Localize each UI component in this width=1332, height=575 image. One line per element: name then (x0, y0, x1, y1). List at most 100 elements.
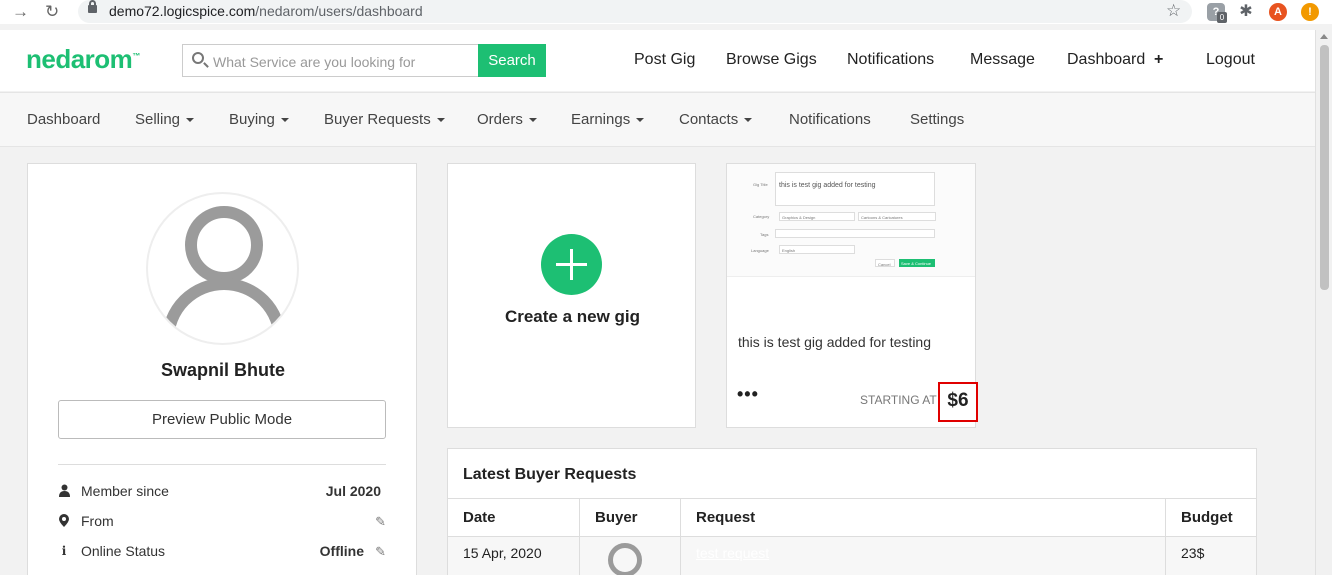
scroll-up-arrow-icon[interactable] (1320, 34, 1328, 39)
divider (58, 464, 386, 465)
preview-public-mode-button[interactable]: Preview Public Mode (58, 400, 386, 439)
plus-circle-icon[interactable] (541, 234, 602, 295)
request-text-cell: test request (681, 537, 1166, 575)
nav-notifications[interactable]: Notifications (847, 51, 934, 69)
thumb-save-label: Save & Continue (901, 261, 932, 266)
url-text: demo72.logicspice.com/nedarom/users/dash… (109, 3, 423, 19)
online-status-label: Online Status (81, 543, 166, 559)
thumb-language-label: Language (751, 248, 769, 253)
chevron-down-icon (636, 118, 645, 123)
nav-message[interactable]: Message (970, 51, 1035, 69)
request-date: 15 Apr, 2020 (448, 537, 580, 575)
nav-browse-gigs[interactable]: Browse Gigs (726, 51, 817, 69)
user-icon (58, 484, 70, 498)
profile-name: Swapnil Bhute (160, 360, 285, 380)
column-buyer: Buyer (580, 499, 681, 538)
edit-pencil-icon[interactable]: ✎ (375, 514, 386, 530)
dashboard-subnav: Dashboard Selling Buying Buyer Requests … (0, 92, 1315, 147)
subnav-contacts[interactable]: Contacts (679, 111, 753, 128)
subnav-notifications[interactable]: Notifications (789, 111, 871, 128)
search-button[interactable]: Search (478, 44, 546, 77)
thumb-subcategory-value: Cartoons & Caricatures (861, 215, 903, 220)
online-status-row: i Online Status Offline ✎ (58, 542, 386, 562)
gig-price: $6 (938, 382, 978, 422)
gig-thumbnail[interactable]: Gig Title this is test gig added for tes… (727, 164, 975, 277)
thumb-save-button: Save & Continue (899, 259, 935, 267)
gig-card[interactable]: Gig Title this is test gig added for tes… (726, 163, 978, 428)
subnav-buyer-requests[interactable]: Buyer Requests (324, 111, 445, 128)
profile-avatar[interactable]: A (1269, 3, 1287, 21)
online-status-value: Offline (319, 543, 364, 559)
thumb-category-value: Graphics & Design (782, 215, 816, 220)
latest-buyer-requests: Latest Buyer Requests Date Buyer Request… (447, 448, 1257, 575)
thumb-cancel-button: Cancel (875, 259, 895, 267)
avatar (146, 192, 299, 345)
info-icon: i (61, 544, 67, 558)
search-input[interactable]: What Service are you looking for (182, 44, 478, 77)
thumb-category-select: Graphics & Design (779, 212, 855, 221)
search-icon (192, 52, 204, 64)
chevron-down-icon (744, 118, 753, 123)
bookmark-star-icon[interactable]: ☆ (1166, 1, 1181, 21)
browser-toolbar: → ↻ demo72.logicspice.com/nedarom/users/… (0, 0, 1332, 24)
gig-title[interactable]: this is test gig added for testing (738, 334, 931, 350)
site-logo[interactable]: nedarom™ (26, 44, 140, 75)
column-request: Request (681, 499, 1166, 538)
buyer-avatar[interactable] (608, 543, 642, 575)
thumb-tags-label: Tags (760, 232, 769, 237)
extension-badge: 0 (1217, 12, 1227, 23)
nav-dashboard[interactable]: Dashboard (1067, 51, 1145, 69)
create-gig-card[interactable]: Create a new gig (447, 163, 696, 428)
subnav-settings[interactable]: Settings (910, 111, 964, 128)
chevron-down-icon (186, 118, 195, 123)
from-row: From ✎ (58, 512, 386, 532)
table-row: 15 Apr, 2020 test request 23$ (448, 537, 1256, 575)
address-bar[interactable]: demo72.logicspice.com/nedarom/users/dash… (78, 0, 1192, 23)
thumb-language-select: English (779, 245, 855, 254)
thumb-tags-box (775, 229, 935, 238)
column-budget: Budget (1181, 509, 1233, 526)
chevron-down-icon (436, 118, 445, 123)
puzzle-icon[interactable]: ✱ (1237, 3, 1255, 21)
lock-icon (88, 0, 97, 13)
edit-pencil-icon[interactable]: ✎ (375, 544, 386, 560)
more-options-icon[interactable]: ••• (737, 384, 759, 405)
request-link[interactable]: test request (696, 545, 769, 561)
thumb-language-value: English (782, 248, 796, 253)
subnav-selling[interactable]: Selling (135, 111, 195, 128)
dashboard-plus-icon[interactable]: + (1154, 51, 1163, 69)
requests-table-header: Date Buyer Request Budget (448, 498, 1256, 538)
thumb-cancel-label: Cancel (878, 262, 891, 267)
member-since-row: Member since Jul 2020 (58, 482, 386, 502)
reload-icon[interactable]: ↻ (45, 2, 59, 22)
from-label: From (81, 513, 114, 529)
nav-logout[interactable]: Logout (1206, 51, 1255, 69)
site-header: nedarom™ What Service are you looking fo… (0, 30, 1315, 91)
chevron-down-icon (280, 118, 289, 123)
user-head-icon (185, 206, 263, 284)
thumb-title-text: this is test gig added for testing (779, 182, 876, 189)
thumb-title-label: Gig Title (753, 182, 768, 187)
request-buyer (580, 537, 681, 575)
create-gig-label[interactable]: Create a new gig (448, 307, 697, 327)
page-scrollbar[interactable] (1315, 30, 1332, 575)
chevron-down-icon (528, 118, 537, 123)
column-date: Date (448, 499, 580, 538)
starting-at-label: STARTING AT (860, 393, 937, 407)
search-placeholder: What Service are you looking for (213, 54, 416, 70)
scrollbar-thumb[interactable] (1320, 45, 1329, 290)
profile-card: Swapnil Bhute Preview Public Mode Member… (27, 163, 417, 575)
subnav-orders[interactable]: Orders (477, 111, 537, 128)
search-bar: What Service are you looking for Search (182, 44, 546, 77)
subnav-earnings[interactable]: Earnings (571, 111, 645, 128)
thumb-subcategory-select: Cartoons & Caricatures (858, 212, 936, 221)
nav-post-gig[interactable]: Post Gig (634, 51, 695, 69)
subnav-dashboard[interactable]: Dashboard (27, 111, 100, 128)
subnav-buying[interactable]: Buying (229, 111, 289, 128)
member-since-label: Member since (81, 483, 169, 499)
forward-arrow-icon[interactable]: → (12, 2, 29, 22)
thumb-category-label: Category (753, 214, 770, 219)
map-marker-icon (58, 514, 70, 528)
thumb-title-box: this is test gig added for testing (775, 172, 935, 206)
alert-icon[interactable]: ! (1301, 3, 1319, 21)
